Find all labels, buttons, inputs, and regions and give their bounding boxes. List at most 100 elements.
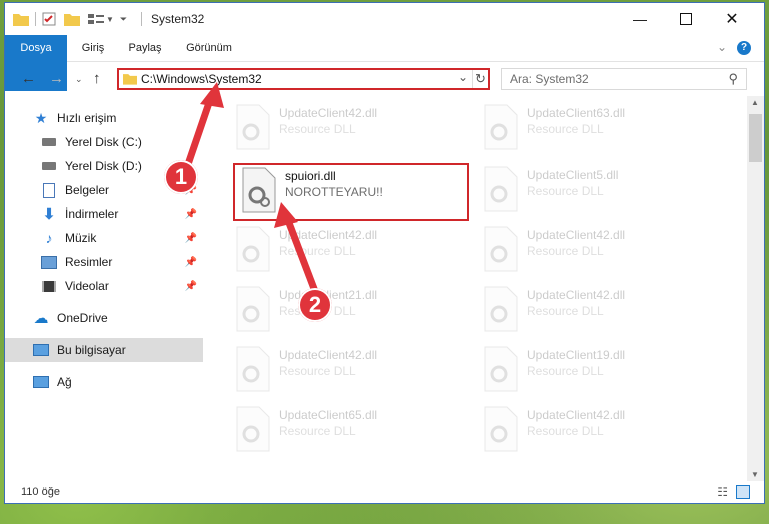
scrollbar-thumb[interactable]: [749, 114, 762, 162]
new-folder-icon[interactable]: [64, 12, 80, 26]
file-item[interactable]: UpdateClient42.dll Resource DLL: [227, 222, 457, 278]
customize-toolbar-icon[interactable]: ⏷: [120, 14, 127, 25]
sidebar-item-quick-access[interactable]: ★ Hızlı erişim: [5, 106, 203, 130]
dll-file-icon: [483, 346, 519, 392]
large-icons-view-icon[interactable]: [736, 485, 750, 499]
file-description: Resource DLL: [527, 364, 604, 378]
video-icon: [41, 278, 57, 294]
scroll-down-icon[interactable]: ▼: [751, 470, 759, 479]
dll-file-icon: [241, 167, 277, 213]
address-dropdown-icon[interactable]: ⌄: [458, 70, 468, 84]
forward-arrow-icon[interactable]: →: [49, 70, 64, 87]
sidebar-item-label: Bu bilgisayar: [57, 343, 126, 357]
title-bar: ▼ ⏷ System32 — ✕: [5, 3, 764, 35]
separator: [35, 12, 36, 26]
file-description: Resource DLL: [279, 364, 356, 378]
step-marker-2: 2: [298, 288, 332, 322]
file-name: UpdateClient5.dll: [527, 168, 619, 182]
star-icon: ★: [34, 109, 48, 126]
scroll-up-icon[interactable]: ▲: [751, 98, 759, 107]
file-description: Resource DLL: [527, 424, 604, 438]
sidebar-item-onedrive[interactable]: ☁ OneDrive: [5, 306, 203, 330]
separator: [472, 70, 473, 88]
minimize-button[interactable]: —: [617, 3, 663, 35]
recent-locations-icon[interactable]: ⌄: [75, 74, 83, 85]
folder-icon[interactable]: [13, 12, 29, 26]
sidebar-item-label: Yerel Disk (C:): [65, 135, 142, 149]
address-bar[interactable]: C:\Windows\System32 ⌄ ↻: [117, 68, 490, 90]
file-description: Resource DLL: [279, 244, 356, 258]
network-icon: [33, 374, 49, 390]
help-icon[interactable]: ?: [737, 41, 751, 55]
pin-icon[interactable]: 📌: [185, 257, 197, 268]
sidebar-item-music[interactable]: ♪ Müzik 📌: [5, 226, 203, 250]
quick-access-toolbar: ▼ ⏷: [13, 11, 127, 27]
up-arrow-icon[interactable]: ↑: [93, 70, 101, 87]
file-item[interactable]: UpdateClient19.dll Resource DLL: [475, 342, 705, 398]
file-name: UpdateClient63.dll: [527, 106, 626, 120]
vertical-scrollbar[interactable]: ▲ ▼: [747, 96, 764, 481]
pin-icon[interactable]: 📌: [185, 209, 197, 220]
maximize-icon: [680, 13, 692, 25]
sidebar-item-label: OneDrive: [57, 311, 108, 325]
refresh-icon[interactable]: ↻: [475, 71, 486, 87]
pictures-icon: [41, 254, 57, 270]
dll-file-icon: [483, 166, 519, 212]
file-item-spuiori[interactable]: spuiori.dll NOROTTEYARU!!: [233, 163, 463, 219]
highlighted-file-frame: spuiori.dll NOROTTEYARU!!: [233, 163, 469, 221]
download-icon: ⬇: [42, 206, 56, 223]
pin-icon[interactable]: 📌: [185, 281, 197, 292]
sidebar-item-network[interactable]: Ağ: [5, 370, 203, 394]
file-item[interactable]: UpdateClient42.dll Resource DLL: [475, 282, 705, 338]
tab-share[interactable]: Paylaş: [119, 35, 171, 61]
maximize-button[interactable]: [663, 3, 709, 35]
details-view-icon[interactable]: ☷: [717, 485, 728, 499]
properties-icon[interactable]: [42, 12, 56, 26]
sidebar-item-pictures[interactable]: Resimler 📌: [5, 250, 203, 274]
expand-ribbon-icon[interactable]: ⌄: [717, 40, 727, 54]
back-arrow-icon[interactable]: ←: [21, 70, 36, 87]
search-box[interactable]: Ara: System32 ⚲: [501, 68, 747, 90]
file-name: UpdateClient42.dll: [279, 106, 378, 120]
disk-icon: [41, 158, 57, 174]
file-description: NOROTTEYARU!!: [285, 185, 383, 199]
status-bar: 110 öğe ☷: [5, 481, 764, 503]
tab-view[interactable]: Görünüm: [173, 35, 245, 61]
file-item[interactable]: UpdateClient5.dll Resource DLL: [475, 162, 705, 218]
tab-home[interactable]: Giriş: [67, 35, 119, 61]
dll-file-icon: [235, 406, 271, 452]
close-button[interactable]: ✕: [709, 3, 755, 35]
view-options-icon[interactable]: [88, 12, 104, 26]
sidebar-item-downloads[interactable]: ⬇ İndirmeler 📌: [5, 202, 203, 226]
pin-icon[interactable]: 📌: [185, 233, 197, 244]
sidebar-item-videos[interactable]: Videolar 📌: [5, 274, 203, 298]
file-item[interactable]: UpdateClient42.dll Resource DLL: [227, 342, 457, 398]
dll-file-icon: [483, 286, 519, 332]
sidebar-item-local-disk-c[interactable]: Yerel Disk (C:): [5, 130, 203, 154]
file-item[interactable]: UpdateClient42.dll Resource DLL: [227, 100, 457, 156]
sidebar-item-label: Belgeler: [65, 183, 110, 197]
file-description: Resource DLL: [527, 244, 604, 258]
chevron-down-icon[interactable]: ▼: [106, 15, 114, 24]
file-item[interactable]: UpdateClient42.dll Resource DLL: [475, 222, 705, 278]
document-icon: [41, 182, 57, 198]
file-item[interactable]: UpdateClient42.dll Resource DLL: [475, 402, 705, 458]
file-description: Resource DLL: [527, 122, 604, 136]
file-item[interactable]: UpdateClient65.dll Resource DLL: [227, 402, 457, 458]
search-input[interactable]: Ara: System32: [510, 72, 589, 86]
step-marker-1: 1: [164, 160, 198, 194]
folder-icon: [123, 74, 137, 85]
file-name: UpdateClient42.dll: [527, 408, 626, 422]
file-item[interactable]: UpdateClient21.dll Resource DLL: [227, 282, 457, 338]
dll-file-icon: [235, 346, 271, 392]
separator: [141, 12, 142, 26]
close-icon: ✕: [725, 11, 739, 28]
file-name: spuiori.dll: [285, 169, 336, 183]
file-name: UpdateClient42.dll: [527, 288, 626, 302]
file-name: UpdateClient19.dll: [527, 348, 626, 362]
file-name: UpdateClient65.dll: [279, 408, 378, 422]
sidebar-item-this-pc[interactable]: Bu bilgisayar: [5, 338, 203, 362]
file-description: Resource DLL: [279, 424, 356, 438]
file-item[interactable]: UpdateClient63.dll Resource DLL: [475, 100, 705, 156]
disk-icon: [41, 134, 57, 150]
